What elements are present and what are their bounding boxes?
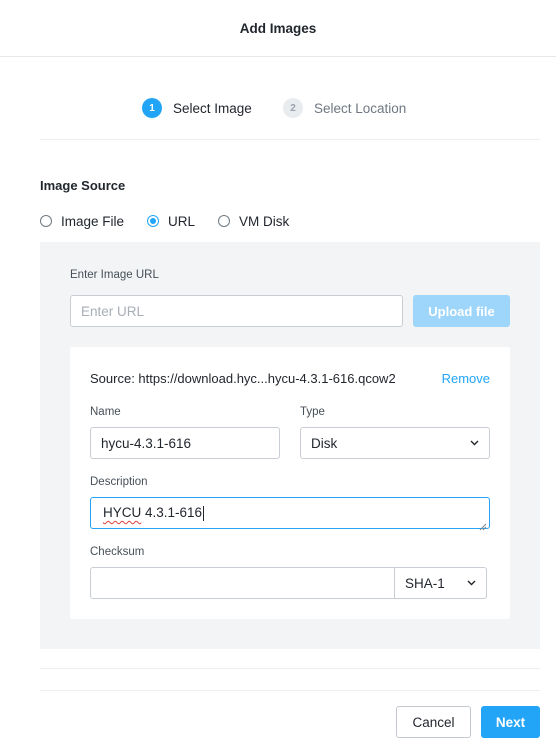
type-select-value: Disk (311, 435, 338, 451)
step-number-1: 1 (142, 98, 162, 118)
image-source-radio-group: Image File URL VM Disk (40, 212, 312, 230)
radio-circle[interactable] (40, 215, 52, 227)
description-textarea[interactable]: HYCU 4.3.1-616 (90, 497, 490, 531)
divider (40, 690, 540, 691)
image-url-input[interactable] (70, 295, 403, 327)
description-value: HYCU 4.3.1-616 (103, 505, 205, 521)
remove-link[interactable]: Remove (442, 371, 490, 386)
radio-circle-checked[interactable] (147, 215, 160, 227)
step-select-location[interactable]: 2 Select Location (283, 97, 406, 119)
description-value-rest: 4.3.1-616 (141, 505, 203, 521)
chevron-down-icon (469, 438, 479, 448)
radio-circle[interactable] (218, 215, 231, 227)
step-number-2: 2 (283, 98, 303, 118)
image-details-card: Source: https://download.hyc...hycu-4.3.… (70, 347, 510, 619)
radio-image-file[interactable]: Image File (40, 214, 124, 229)
spellcheck-word: HYCU (103, 505, 142, 521)
radio-vm-disk[interactable]: VM Disk (218, 214, 289, 229)
dialog-title: Add Images (239, 20, 317, 36)
radio-url[interactable]: URL (147, 214, 195, 229)
checksum-algorithm-value: SHA-1 (405, 575, 445, 591)
image-source-url: Source: https://download.hyc...hycu-4.3.… (90, 371, 396, 386)
type-label: Type (300, 406, 325, 418)
chevron-down-icon (466, 578, 476, 588)
checksum-algorithm-select[interactable]: SHA-1 (394, 568, 486, 598)
image-source-title: Image Source (40, 178, 126, 193)
next-button[interactable]: Next (481, 706, 540, 738)
step-label-select-location: Select Location (314, 100, 407, 116)
upload-file-button[interactable]: Upload file (413, 295, 510, 327)
radio-label-url: URL (168, 213, 196, 229)
wizard-steps: 1 Select Image 2 Select Location (0, 97, 556, 121)
checksum-input[interactable] (91, 568, 394, 598)
step-select-image[interactable]: 1 Select Image (142, 97, 252, 119)
radio-label-vm-disk: VM Disk (239, 213, 290, 229)
text-caret (203, 505, 205, 521)
description-label: Description (90, 476, 148, 488)
name-label: Name (90, 406, 121, 418)
type-select[interactable]: Disk (300, 427, 490, 459)
cancel-button[interactable]: Cancel (396, 706, 471, 738)
divider (40, 668, 540, 669)
name-input[interactable] (90, 427, 280, 459)
resize-handle-icon[interactable] (479, 518, 487, 531)
divider (40, 139, 540, 140)
dialog-header: Add Images (0, 0, 556, 57)
radio-label-image-file: Image File (61, 213, 125, 229)
image-url-label: Enter Image URL (70, 269, 159, 281)
url-source-panel: Enter Image URL Upload file Source: http… (40, 242, 540, 649)
step-label-select-image: Select Image (173, 100, 252, 116)
checksum-label: Checksum (90, 546, 145, 558)
checksum-group: SHA-1 (90, 567, 487, 599)
